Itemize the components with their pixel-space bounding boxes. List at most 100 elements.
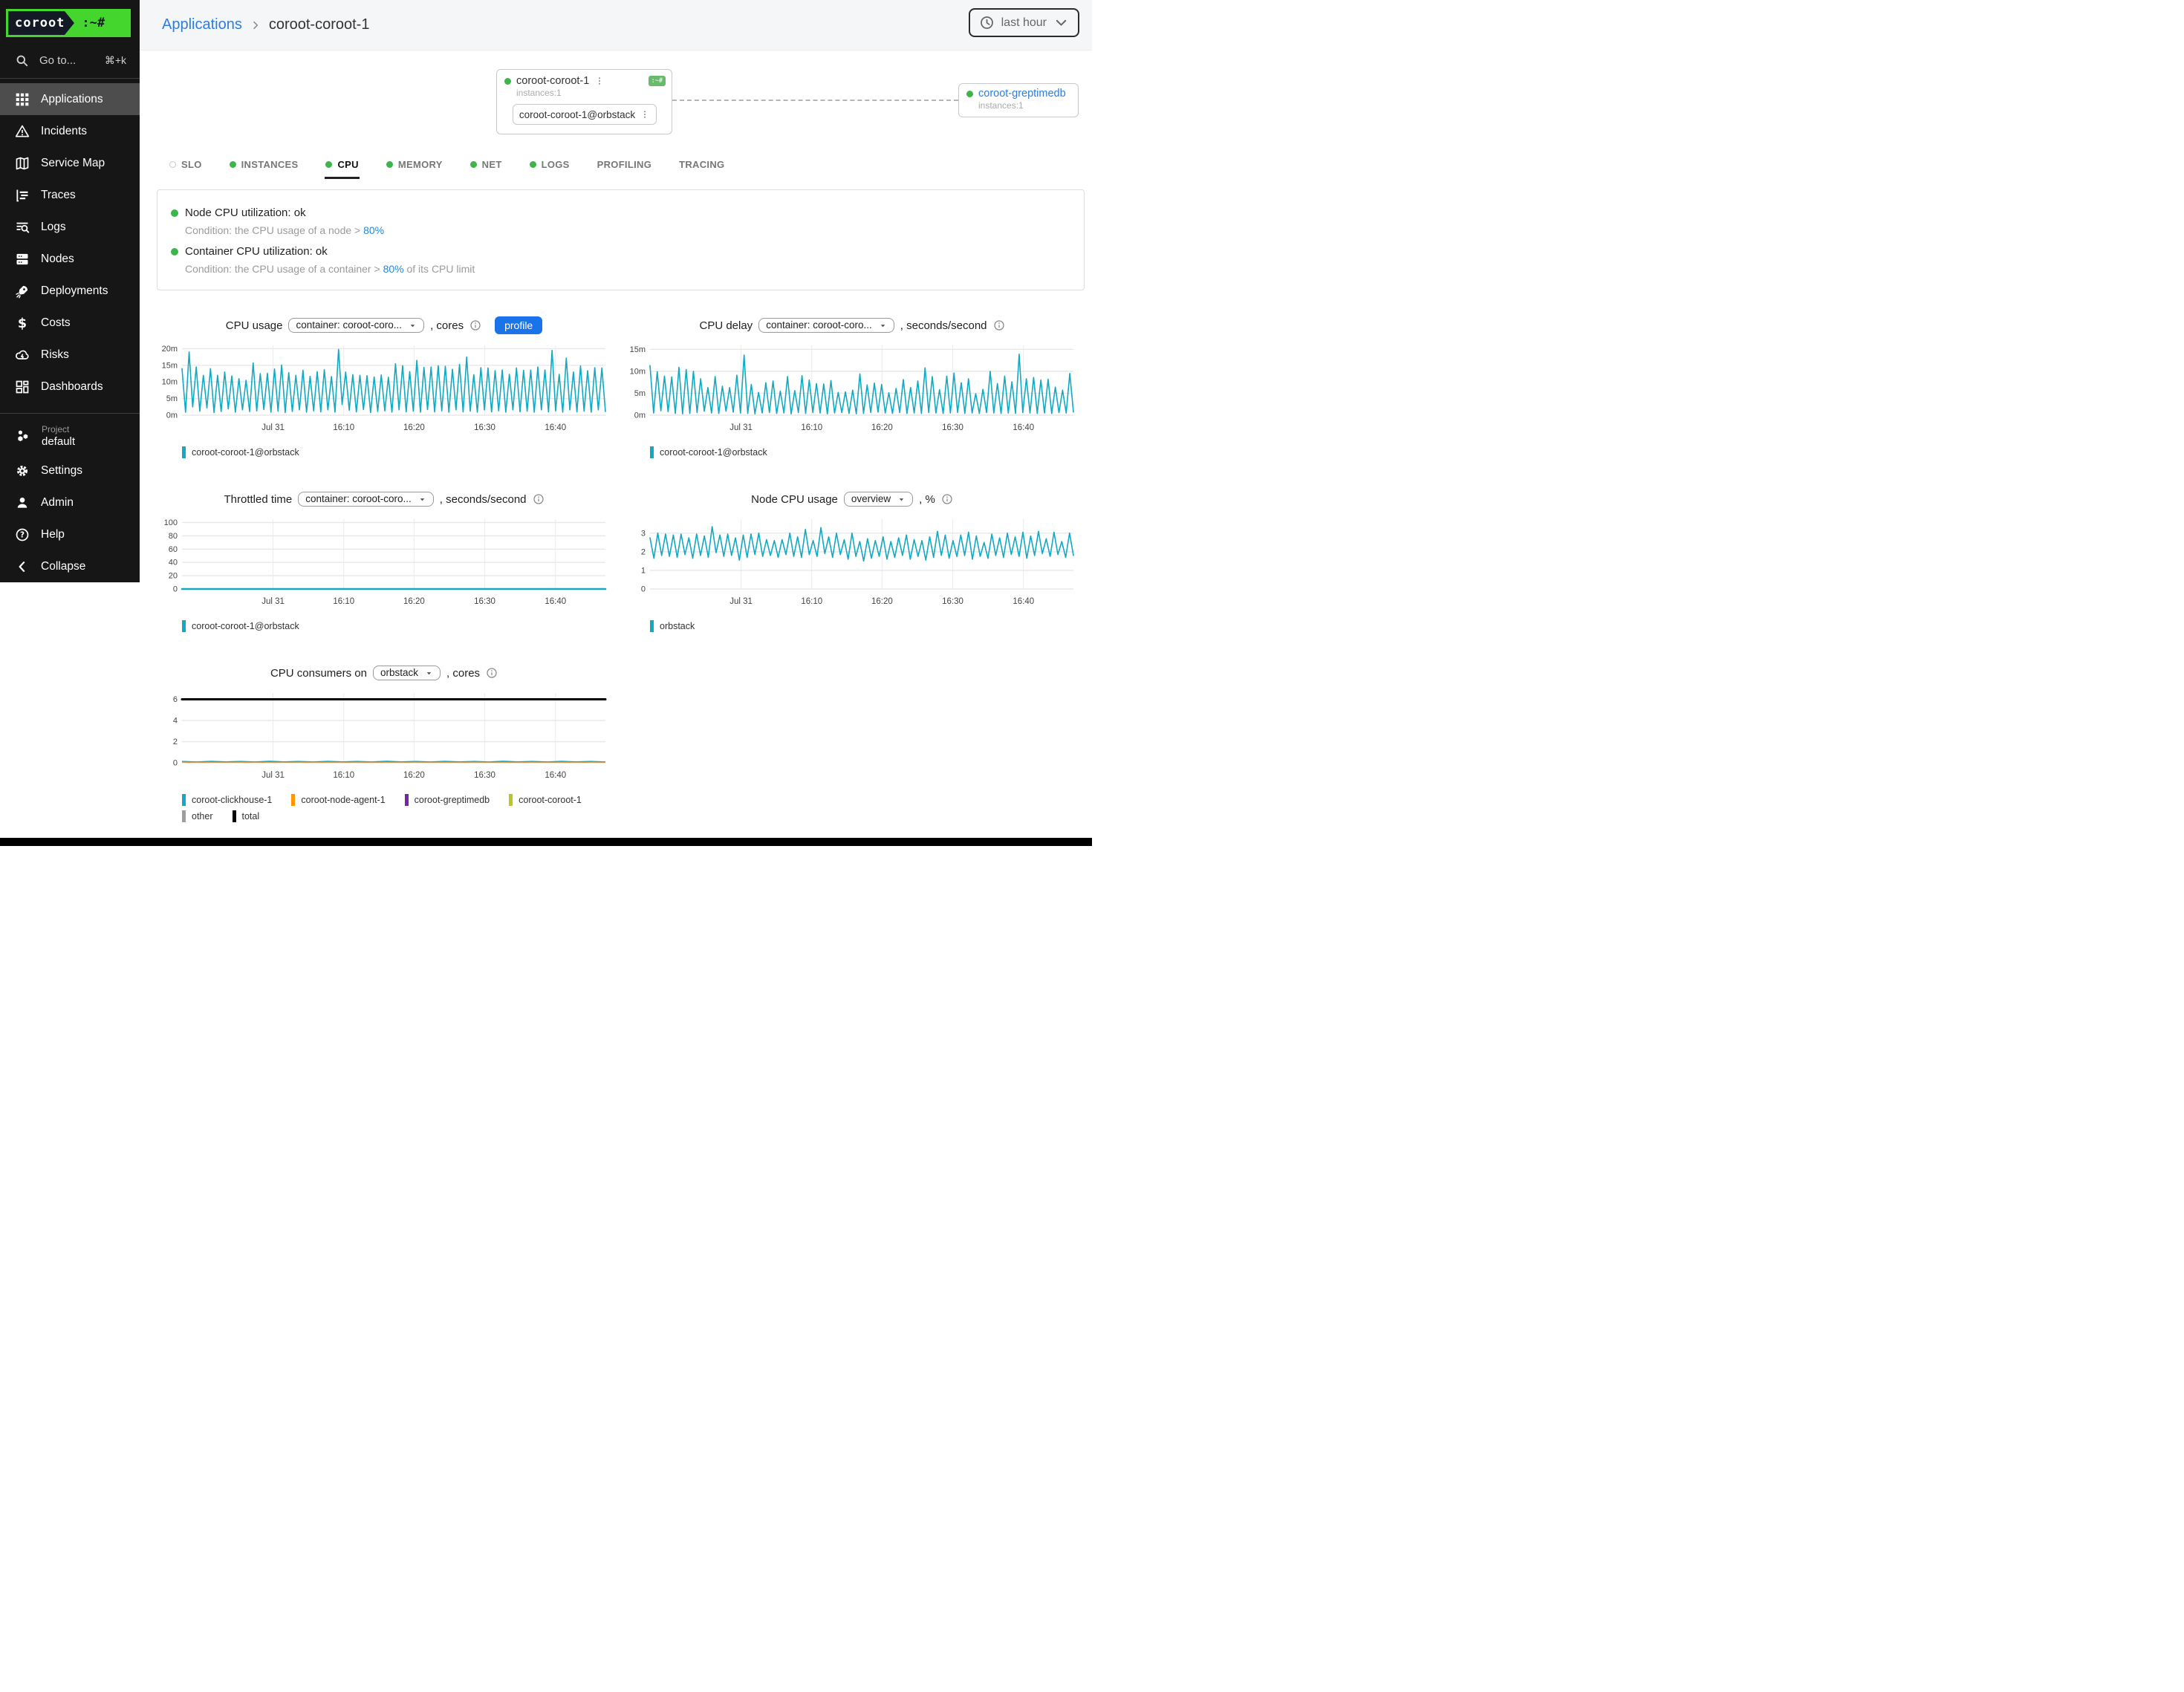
- sidebar-item-help[interactable]: ?Help: [0, 518, 140, 550]
- legend-color-swatch: [182, 620, 186, 632]
- chart-selector-dropdown[interactable]: overview: [844, 492, 913, 507]
- sidebar-item-costs[interactable]: $Costs: [0, 307, 140, 339]
- sidebar-item-settings[interactable]: Settings: [0, 455, 140, 487]
- chart-selector-dropdown[interactable]: container: coroot-coro...: [288, 318, 424, 333]
- legend-item-coroot-clickhouse-1[interactable]: coroot-clickhouse-1: [182, 794, 272, 806]
- legend-color-swatch: [509, 794, 513, 806]
- legend-item-coroot-coroot-1-orbstack[interactable]: coroot-coroot-1@orbstack: [182, 620, 299, 632]
- sidebar-item-applications[interactable]: Applications: [0, 83, 140, 115]
- chart-selector-dropdown[interactable]: container: coroot-coro...: [758, 318, 894, 333]
- logo-wordmark: coroot: [8, 11, 65, 35]
- legend-label: coroot-coroot-1: [519, 795, 582, 805]
- legend-item-other[interactable]: other: [182, 810, 213, 822]
- content: coroot-coroot-1 :~# instances:1 coroot-c…: [140, 51, 1092, 822]
- chevron-left-icon: [15, 559, 30, 574]
- chart-unit-suffix: , seconds/second: [900, 319, 987, 332]
- info-icon[interactable]: [993, 319, 1005, 331]
- legend-item-coroot-coroot-1[interactable]: coroot-coroot-1: [509, 794, 582, 806]
- svg-text:0m: 0m: [634, 411, 646, 420]
- instance-box[interactable]: coroot-coroot-1@orbstack: [513, 104, 657, 125]
- bottom-bar: [0, 838, 1092, 846]
- breadcrumb: Applications coroot-coroot-1: [162, 16, 369, 33]
- sidebar: coroot :~# Go to... ⌘+k Applications Inci…: [0, 0, 140, 582]
- legend-item-orbstack[interactable]: orbstack: [650, 620, 695, 632]
- info-icon[interactable]: [941, 493, 953, 505]
- chart-selector-dropdown[interactable]: container: coroot-coro...: [298, 492, 434, 507]
- sidebar-item-label: Risks: [41, 348, 69, 362]
- legend-color-swatch: [182, 446, 186, 458]
- tab-tracing[interactable]: TRACING: [678, 154, 725, 179]
- server-icon: [15, 252, 30, 267]
- sidebar-item-nodes[interactable]: Nodes: [0, 243, 140, 275]
- tab-instances[interactable]: INSTANCES: [229, 154, 299, 179]
- sidebar-item-label: Applications: [41, 93, 103, 106]
- tab-slo[interactable]: SLO: [169, 154, 203, 179]
- info-icon[interactable]: [533, 493, 545, 505]
- legend-item-coroot-greptimedb[interactable]: coroot-greptimedb: [405, 794, 490, 806]
- clock-icon: [979, 15, 995, 30]
- sidebar-item-logs[interactable]: Logs: [0, 211, 140, 243]
- selector-value: overview: [851, 493, 891, 504]
- legend-label: other: [192, 811, 213, 821]
- tab-net[interactable]: NET: [469, 154, 503, 179]
- svg-text:16:30: 16:30: [474, 423, 495, 432]
- chart-header: Throttled timecontainer: coroot-coro...,…: [157, 489, 611, 509]
- svg-text:60: 60: [169, 545, 178, 554]
- sidebar-item-admin[interactable]: Admin: [0, 487, 140, 518]
- svg-text:10m: 10m: [630, 367, 646, 376]
- svg-text:16:10: 16:10: [801, 423, 822, 432]
- profile-button[interactable]: profile: [495, 316, 542, 334]
- sidebar-item-deployments[interactable]: Deployments: [0, 275, 140, 307]
- kebab-menu-icon[interactable]: [640, 109, 650, 120]
- tab-label: CPU: [337, 159, 358, 170]
- sidebar-item-service-map[interactable]: Service Map: [0, 147, 140, 179]
- chart-plot: Jul 3116:1016:2016:3016:400m5m10m15m: [625, 338, 1079, 440]
- svg-text:5m: 5m: [166, 394, 178, 403]
- time-range-picker[interactable]: last hour: [969, 8, 1079, 37]
- hexagons-icon: [15, 429, 30, 444]
- tab-memory[interactable]: MEMORY: [386, 154, 443, 179]
- chart-plot: Jul 3116:1016:2016:3016:400m5m10m15m20m: [157, 338, 611, 440]
- sidebar-item-dashboards[interactable]: Dashboards: [0, 371, 140, 403]
- chart-legend: orbstack: [625, 620, 1079, 632]
- check-condition: Condition: the CPU usage of a container …: [185, 263, 1070, 275]
- info-icon[interactable]: [469, 319, 481, 331]
- svg-text:16:40: 16:40: [545, 597, 566, 606]
- sidebar-item-risks[interactable]: Risks: [0, 339, 140, 371]
- sidebar-item-traces[interactable]: Traces: [0, 179, 140, 211]
- legend-item-coroot-coroot-1-orbstack[interactable]: coroot-coroot-1@orbstack: [182, 446, 299, 458]
- chart-selector-dropdown[interactable]: orbstack: [373, 666, 441, 680]
- info-icon[interactable]: [486, 667, 498, 679]
- breadcrumb-applications-link[interactable]: Applications: [162, 16, 242, 33]
- svg-text:?: ?: [20, 530, 25, 539]
- project-selector[interactable]: Project default: [0, 418, 140, 455]
- project-label: Project: [42, 424, 75, 435]
- chart-throttled-time: Throttled timecontainer: coroot-coro...,…: [157, 489, 611, 632]
- kebab-menu-icon[interactable]: [594, 76, 605, 86]
- coroot-logo[interactable]: coroot :~#: [6, 9, 131, 37]
- instance-name: coroot-coroot-1@orbstack: [519, 109, 635, 120]
- sidebar-item-collapse[interactable]: Collapse: [0, 550, 140, 582]
- threshold-link[interactable]: 80%: [383, 263, 404, 275]
- check-title: Container CPU utilization: ok: [171, 245, 1070, 258]
- dependency-link[interactable]: coroot-greptimedb: [978, 88, 1066, 100]
- sidebar-nav-secondary: SettingsAdmin?HelpCollapse: [0, 455, 140, 582]
- gear-icon: [15, 463, 30, 478]
- svg-text:16:30: 16:30: [474, 771, 495, 780]
- svg-text:16:20: 16:20: [403, 771, 425, 780]
- chart-cpu-usage: CPU usagecontainer: coroot-coro..., core…: [157, 316, 611, 458]
- svg-text:16:10: 16:10: [333, 423, 354, 432]
- chart-plot: Jul 3116:1016:2016:3016:40020406080100: [157, 512, 611, 614]
- threshold-link[interactable]: 80%: [363, 224, 384, 236]
- sidebar-item-incidents[interactable]: Incidents: [0, 115, 140, 147]
- status-dot: [171, 209, 178, 217]
- chart-header: Node CPU usageoverview, %: [625, 489, 1079, 509]
- tab-cpu[interactable]: CPU: [325, 154, 359, 179]
- tab-profiling[interactable]: PROFILING: [597, 154, 652, 179]
- legend-item-coroot-coroot-1-orbstack[interactable]: coroot-coroot-1@orbstack: [650, 446, 767, 458]
- legend-item-coroot-node-agent-1[interactable]: coroot-node-agent-1: [291, 794, 385, 806]
- goto-search[interactable]: Go to... ⌘+k: [15, 53, 126, 68]
- tab-logs[interactable]: LOGS: [529, 154, 571, 179]
- legend-item-total[interactable]: total: [233, 810, 260, 822]
- logo-prompt: :~#: [82, 16, 105, 30]
